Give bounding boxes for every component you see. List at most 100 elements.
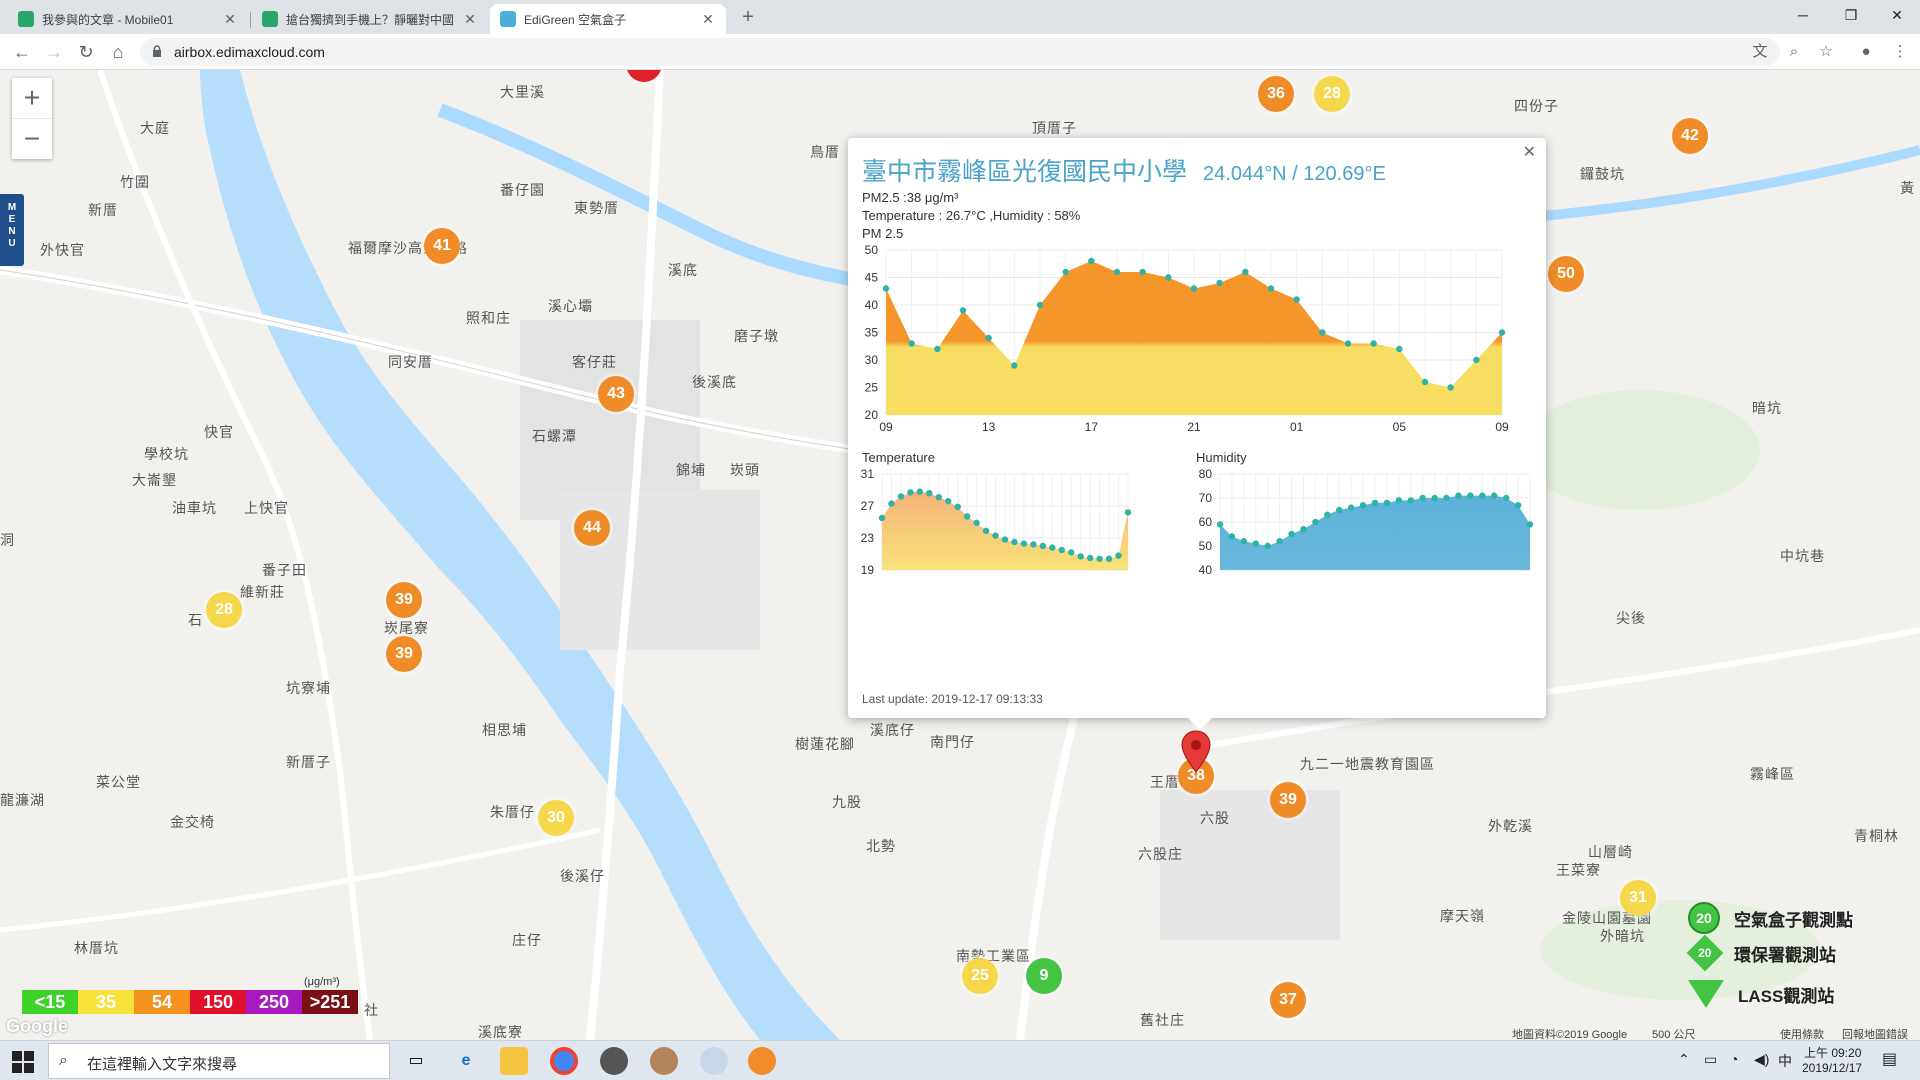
data-point [1096,555,1103,562]
map-place-label: 錦埔 [676,462,706,478]
report-error-link[interactable]: 回報地圖錯誤 [1842,1026,1908,1040]
map-place-label: 石 [188,612,203,628]
map-place-label: 竹圍 [120,174,150,190]
menu-kebab-icon[interactable]: ⋮ [1890,42,1910,62]
tab-mobile01-news[interactable]: 搶台獨擠到手機上？靜曬對中國 ✕ [252,4,488,34]
aqi-station-marker[interactable]: 28 [206,592,242,628]
new-tab-button[interactable]: + [736,6,760,30]
translate-icon[interactable]: 文 [1750,42,1770,62]
map-place-label: 大庭 [140,120,170,136]
data-point [1455,492,1462,499]
clock-date[interactable]: 2019/12/17 [1802,1061,1862,1075]
forward-button[interactable]: → [42,40,66,64]
aqi-station-marker[interactable]: 25 [962,958,998,994]
restore-button[interactable]: ❐ [1828,0,1874,30]
aqi-station-marker[interactable]: 43 [598,376,634,412]
map-place-label: 鳥厝 [810,144,840,160]
scale-swatch: 250 [246,990,302,1014]
ime-indicator[interactable]: 中 [1778,1051,1792,1071]
close-icon[interactable]: ✕ [700,11,716,28]
network-icon[interactable]: ◔ [1730,1051,1738,1067]
bookmark-star-icon[interactable]: ☆ [1816,42,1836,62]
aqi-station-marker[interactable]: 9 [1026,958,1062,994]
close-icon[interactable]: ✕ [1523,142,1536,162]
data-point [1139,268,1146,276]
data-point [1312,518,1319,526]
aqi-station-marker[interactable]: 31 [1620,880,1656,916]
home-button[interactable]: ⌂ [106,40,130,64]
y-tick-label: 60 [1199,515,1213,529]
tray-expand-icon[interactable]: ⌃ [1678,1051,1690,1068]
aqi-station-marker[interactable]: 41 [424,228,460,264]
terms-link[interactable]: 使用條款 [1780,1026,1824,1040]
map-place-label: 龍濂湖 [0,792,45,808]
y-tick-label: 50 [865,243,879,257]
map-place-label: 大里溪 [500,84,545,100]
aqi-station-marker[interactable]: 50 [1548,256,1584,292]
aqi-station-marker[interactable]: 36 [1258,76,1294,112]
pm25-chart: 20 25 30 35 40 45 50 09 13 17 21 01 05 09 [865,243,1509,434]
chrome-icon[interactable] [550,1047,578,1075]
map-place-label: 南門仔 [930,734,975,750]
aqi-station-marker[interactable]: 44 [574,510,610,546]
data-point [1491,492,1498,499]
data-point [1336,506,1343,514]
clock-time[interactable]: 上午 09:20 [1804,1044,1861,1061]
battery-icon[interactable]: ▭ [1704,1051,1717,1068]
aqi-station-marker[interactable]: 28 [1314,76,1350,112]
map-place-label: 霧峰區 [1750,766,1795,782]
app-icon[interactable] [650,1047,678,1075]
legend-lass[interactable]: LASS觀測站 [1688,980,1834,1008]
menu-tab[interactable]: MENU [0,194,24,266]
data-point [1105,555,1113,562]
aqi-station-marker[interactable]: 37 [1270,982,1306,1018]
data-point [1407,497,1414,504]
map-canvas[interactable]: 大里溪 大庭 竹圍 新厝 外快官 番仔園 東勢厝 溪心壩 客仔莊 照和庄 同安厝 溪底 磨子墩 後溪底 石螺… [0,70,1920,1040]
windows-start-icon[interactable] [12,1051,34,1073]
y-tick-label: 70 [1199,491,1213,505]
close-icon[interactable]: ✕ [222,11,238,28]
y-tick-label: 35 [865,326,879,340]
app-icon[interactable] [700,1047,728,1075]
close-icon[interactable]: ✕ [462,11,478,28]
aqi-station-marker[interactable]: 39 [386,582,422,618]
aqi-station-marker[interactable]: 30 [538,800,574,836]
task-view-icon[interactable]: ▭ [402,1047,430,1075]
map-place-label: 王菜寮 [1556,862,1601,878]
data-point [1086,554,1094,562]
app-icon[interactable] [748,1047,776,1075]
profile-icon[interactable]: ● [1856,42,1876,62]
back-button[interactable]: ← [10,40,34,64]
aqi-station-marker[interactable]: 39 [1270,782,1306,818]
aqi-station-marker[interactable]: 42 [1672,118,1708,154]
zoom-out-button[interactable]: − [12,119,52,159]
volume-icon[interactable]: ◀) [1754,1051,1769,1068]
close-window-button[interactable]: ✕ [1874,0,1920,30]
pm25-reading: PM2.5 :38 μg/m³ [862,190,959,205]
zoom-icon[interactable]: ⌕ [1784,42,1804,62]
legend-epa[interactable]: 20 環保署觀測站 [1686,934,1836,972]
tab-mobile01-articles[interactable]: 我參與的文章 - Mobile01 ✕ [8,4,248,34]
app-icon[interactable] [600,1047,628,1075]
search-icon: ⌕ [59,1052,68,1069]
map-place-label: 山層崎 [1588,844,1633,860]
location-pin-icon[interactable] [1180,730,1212,774]
legend-airbox[interactable]: 20 空氣盒子觀測點 [1688,902,1853,934]
legend-label: 空氣盒子觀測點 [1734,910,1853,930]
taskbar-search[interactable]: ⌕ 在這裡輸入文字來搜尋 [48,1043,390,1079]
file-explorer-icon[interactable] [500,1047,528,1075]
reload-button[interactable]: ↻ [74,40,98,64]
map-place-label: 王厝 [1150,774,1180,790]
data-point [1165,274,1172,281]
zoom-in-button[interactable]: + [12,78,52,118]
minimize-button[interactable]: ─ [1780,0,1826,30]
address-bar[interactable]: airbox.edimaxcloud.com [140,38,1780,66]
data-point [1228,533,1236,540]
tab-edigreen[interactable]: EdiGreen 空氣盒子 ✕ [490,4,726,34]
data-point [973,519,980,526]
edge-icon[interactable]: e [452,1047,480,1075]
map-place-label: 菜公堂 [96,774,141,790]
aqi-station-marker[interactable]: 39 [386,636,422,672]
data-point [1319,329,1326,336]
notification-icon[interactable]: ▤ [1882,1049,1897,1069]
